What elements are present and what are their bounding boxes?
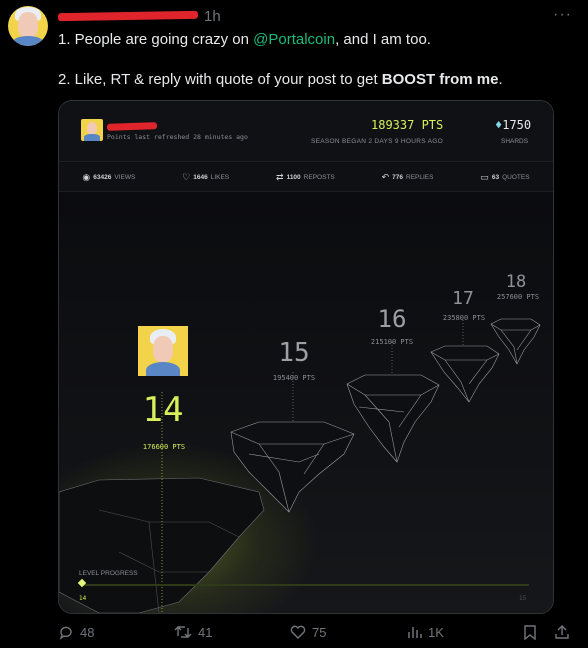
mention-link[interactable]: @Portalcoin [253, 31, 335, 48]
level-15: 15 [278, 338, 310, 368]
repost-button[interactable]: 41 [174, 624, 212, 640]
line1-start: 1. People are going crazy on [58, 31, 254, 48]
repost-icon: ⇄ [276, 171, 284, 182]
like-count: 75 [312, 624, 327, 640]
repost-count: 41 [198, 624, 213, 640]
tweet-header: 1h [57, 6, 221, 26]
floating-islands-illustration [59, 318, 541, 613]
stat-replies: ↶ 776 REPLIES [381, 171, 434, 182]
views-count: 1K [428, 624, 444, 640]
more-options-icon[interactable]: ··· [553, 6, 572, 24]
embedded-image-card[interactable]: Points last refreshed 28 minutes ago 189… [58, 100, 554, 614]
reply-count: 48 [80, 624, 95, 640]
bookmark-button[interactable] [522, 624, 538, 640]
points-refreshed-text: Points last refreshed 28 minutes ago [107, 133, 248, 141]
current-level: 14 [142, 390, 184, 430]
level-progress-label: LEVEL PROGRESS [79, 570, 138, 577]
level-15-points: 195400 PTS [272, 374, 316, 382]
boost-text: BOOST from me [381, 71, 499, 88]
shards-label: SHARDS [501, 138, 529, 145]
shards-value: ♦1750 [495, 118, 532, 132]
card-redacted-name [106, 122, 158, 131]
share-icon [555, 625, 569, 639]
line2-end: . [498, 71, 503, 88]
bookmark-icon [524, 625, 536, 640]
progress-end-level: 15 [519, 595, 527, 602]
like-button[interactable]: 75 [290, 624, 326, 640]
current-level-avatar [138, 326, 188, 376]
repost-icon [174, 626, 192, 638]
reply-icon [59, 626, 72, 640]
total-points: 189337 PTS [371, 118, 444, 132]
views-button[interactable]: 1K [406, 624, 444, 640]
line1-end: , and I am too. [335, 31, 431, 48]
level-16: 16 [377, 305, 407, 333]
level-17-points: 235800 PTS [442, 314, 486, 322]
author-avatar[interactable] [8, 6, 48, 46]
stat-reposts: ⇄ 1100 REPOSTS [276, 171, 335, 182]
quote-icon: ▭ [480, 171, 489, 182]
card-avatar [81, 119, 103, 141]
tweet-time[interactable]: 1h [204, 8, 221, 25]
tweet-body: 1. People are going crazy on @Portalcoin… [58, 30, 578, 110]
heart-icon: ♡ [182, 171, 191, 182]
level-17: 17 [452, 288, 474, 309]
share-button[interactable] [554, 624, 570, 640]
stat-quotes: ▭ 63 QUOTES [480, 171, 530, 182]
level-scene: 14 176600 PTS 15 195400 PTS 16 215100 PT… [59, 192, 553, 613]
tweet-actions: 48 41 75 1K [58, 624, 578, 644]
progress-start-level: 14 [79, 595, 87, 602]
stats-bar: ◉ 63426 VIEWS ♡ 1646 LIKES ⇄ 1100 REPOSTS ↶ 776… [59, 163, 553, 192]
stat-likes: ♡ 1646 LIKES [182, 171, 230, 182]
reply-icon: ↶ [381, 171, 390, 182]
eye-icon: ◉ [82, 171, 91, 182]
views-icon [408, 627, 422, 638]
stat-views: ◉ 63426 VIEWS [82, 171, 136, 182]
season-text: SEASON BEGAN 2 DAYS 9 HOURS AGO [311, 138, 443, 145]
reply-button[interactable]: 48 [58, 624, 94, 640]
level-16-points: 215100 PTS [370, 338, 414, 346]
card-header: Points last refreshed 28 minutes ago 189… [59, 101, 553, 162]
level-progress-bar [81, 584, 529, 586]
redacted-username [57, 10, 199, 22]
current-level-points: 176600 PTS [142, 443, 186, 451]
heart-icon [290, 625, 306, 639]
level-18-points: 257600 PTS [496, 293, 540, 301]
line2-start: 2. Like, RT & reply with quote of your p… [58, 71, 382, 88]
level-18: 18 [505, 272, 527, 292]
